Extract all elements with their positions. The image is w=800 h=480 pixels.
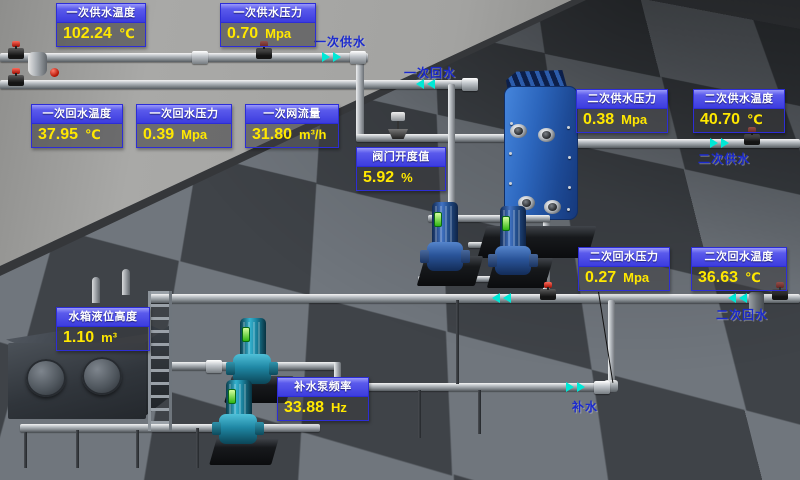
gauge-primary-return-temp: 一次回水温度 37.95 ℃: [31, 104, 123, 148]
flow-arrow-right-icon: [333, 52, 341, 62]
tank-hatch: [26, 359, 66, 397]
hmi-heating-station-screen: 一次供水 一次回水 二次供水 二次回水 补水 一次供水温度 102.24 ℃ 一次…: [0, 0, 800, 480]
gauge-title: 阀门开度值: [357, 148, 445, 167]
pipe-support-leg: [196, 428, 199, 468]
pipe-secondary-return: [150, 294, 800, 303]
gauge-unit: m³/h: [299, 127, 326, 142]
tank-vent-pipe: [122, 269, 130, 295]
flow-arrow-right-icon: [721, 138, 729, 148]
gauge-value: 40.70: [700, 111, 740, 129]
pipe-end-cap: [462, 78, 478, 91]
gauge-valve-opening: 阀门开度值 5.92%: [356, 147, 446, 191]
pipe-support-leg: [478, 390, 481, 434]
valve-primary-return-outlet[interactable]: [8, 75, 24, 86]
gauge-value: 1.10: [63, 329, 94, 347]
gauge-unit: ℃: [745, 270, 761, 286]
flow-arrow-right-icon: [710, 138, 718, 148]
pipe-support-leg: [456, 300, 459, 384]
water-tank: [0, 255, 185, 470]
gauge-primary-supply-pressure: 一次供水压力 0.70 Mpa: [220, 3, 316, 47]
flow-arrow-left-icon: [492, 293, 500, 303]
gauge-secondary-supply-temp: 二次供水温度 40.70 ℃: [693, 89, 785, 133]
pipe-to-exchanger: [356, 134, 508, 142]
pipe-label-secondary-return: 二次回水: [716, 306, 768, 323]
flow-arrow-right-icon: [577, 382, 585, 392]
tank-vent-pipe: [92, 277, 100, 303]
pipe-label-secondary-supply: 二次供水: [698, 150, 750, 167]
plate-heat-exchanger: [504, 70, 576, 218]
gauge-title: 一次回水压力: [137, 105, 231, 124]
gauge-unit: ℃: [747, 112, 763, 128]
pipe-coupling: [594, 381, 610, 394]
gauge-makeup-pump-frequency: 补水泵频率 33.88 Hz: [277, 377, 369, 421]
gauge-value: 37.95: [38, 126, 78, 144]
valve-return-branch[interactable]: [540, 289, 556, 300]
gauge-value: 0.70: [227, 25, 258, 43]
gauge-value: 0.27: [585, 269, 616, 287]
gauge-value: 5.92: [363, 169, 394, 187]
gauge-title: 补水泵频率: [278, 378, 368, 397]
gauge-primary-network-flow: 一次网流量 31.80 m³/h: [245, 104, 339, 148]
pipe-coupling: [192, 51, 208, 64]
gauge-value: 102.24: [63, 25, 112, 43]
gauge-title: 二次回水压力: [579, 248, 669, 267]
flow-arrow-left-icon: [739, 293, 747, 303]
gauge-value: 31.80: [252, 126, 292, 144]
gauge-unit: m³: [101, 330, 117, 345]
gauge-secondary-supply-pressure: 二次供水压力 0.38 Mpa: [576, 89, 668, 133]
gauge-unit: Hz: [331, 400, 347, 415]
pipe-primary-supply-drop: [356, 53, 364, 141]
gauge-primary-supply-temp: 一次供水温度 102.24 ℃: [56, 3, 146, 47]
strainer-filter: [28, 52, 47, 76]
flow-arrow-left-icon: [503, 293, 511, 303]
gauge-primary-return-pressure: 一次回水压力 0.39 Mpa: [136, 104, 232, 148]
exchanger-body: [504, 86, 578, 220]
gauge-secondary-return-pressure: 二次回水压力 0.27 Mpa: [578, 247, 670, 291]
pipe-support-leg: [418, 390, 421, 438]
exchanger-port: [510, 124, 527, 138]
exchanger-port: [538, 128, 555, 142]
gauge-unit: Mpa: [623, 270, 649, 285]
gauge-title: 二次供水压力: [577, 90, 667, 109]
flow-arrow-right-icon: [322, 52, 330, 62]
pipe-return-drop: [448, 84, 455, 218]
tank-hatch: [82, 357, 122, 395]
pipe-label-primary-supply: 一次供水: [314, 33, 366, 50]
gauge-title: 一次供水压力: [221, 4, 315, 23]
gauge-value: 33.88: [284, 399, 324, 417]
valve-secondary-supply[interactable]: [744, 134, 760, 145]
gauge-tank-level: 水箱液位高度 1.10 m³: [56, 307, 150, 351]
pipe-secondary-supply: [560, 139, 800, 148]
gauge-title: 水箱液位高度: [57, 308, 149, 327]
gauge-title: 二次回水温度: [692, 248, 786, 267]
gauge-title: 二次供水温度: [694, 90, 784, 109]
pipe-primary-supply: [0, 53, 368, 62]
gauge-unit: Mpa: [181, 127, 207, 142]
pressure-gauge-icon: [50, 68, 59, 77]
pipe-coupling: [206, 360, 222, 373]
gauge-secondary-return-temp: 二次回水温度 36.63 ℃: [691, 247, 787, 291]
pipe-label-primary-return: 一次回水: [404, 64, 456, 81]
gauge-title: 一次回水温度: [32, 105, 122, 124]
gauge-value: 0.38: [583, 111, 614, 129]
flow-arrow-right-icon: [566, 382, 574, 392]
flow-arrow-left-icon: [728, 293, 736, 303]
valve-primary-supply-inlet[interactable]: [8, 48, 24, 59]
valve-primary-supply-mid[interactable]: [256, 48, 272, 59]
exchanger-port: [544, 200, 561, 214]
gauge-unit: ℃: [119, 26, 135, 42]
gauge-unit: %: [401, 170, 413, 185]
pipe-coupling: [350, 51, 366, 64]
tank-ladder: [148, 291, 172, 431]
gauge-unit: ℃: [85, 127, 101, 143]
gauge-unit: Mpa: [621, 112, 647, 127]
pipe-primary-return: [0, 80, 472, 89]
gauge-title: 一次供水温度: [57, 4, 145, 23]
gauge-value: 36.63: [698, 269, 738, 287]
gauge-title: 一次网流量: [246, 105, 338, 124]
gauge-value: 0.39: [143, 126, 174, 144]
pipe-label-makeup-water: 补水: [572, 398, 598, 415]
gauge-unit: Mpa: [265, 26, 291, 41]
